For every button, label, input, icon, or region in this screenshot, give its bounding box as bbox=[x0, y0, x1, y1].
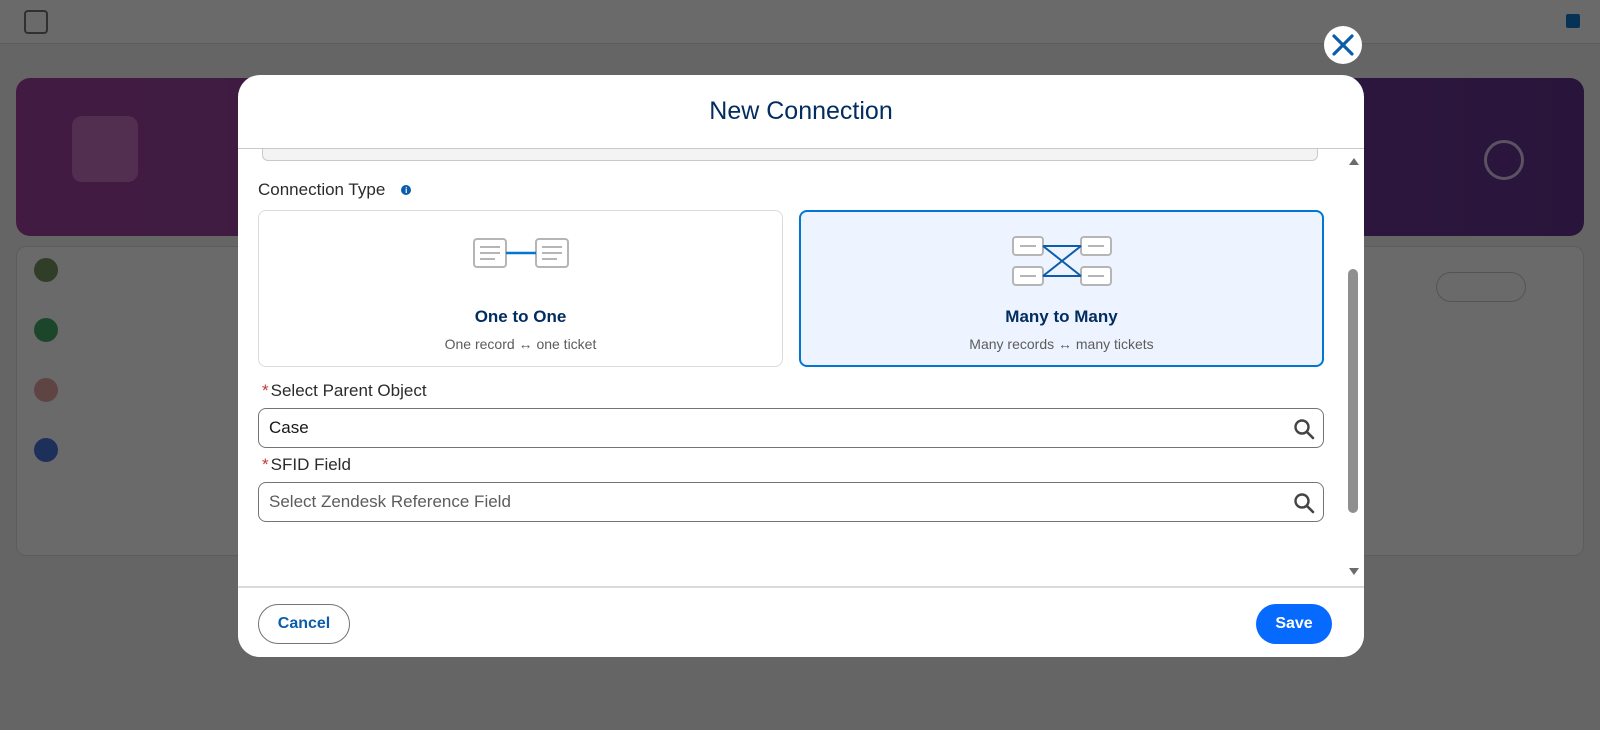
modal-scrollbar[interactable] bbox=[1346, 154, 1360, 586]
sfid-field-label: * SFID Field bbox=[262, 455, 351, 475]
cancel-button[interactable]: Cancel bbox=[258, 604, 350, 644]
many-to-many-option[interactable]: Many to Many Many records ↔ many tickets bbox=[799, 210, 1324, 367]
parent-object-label-text: Select Parent Object bbox=[270, 381, 427, 400]
sfid-field-input[interactable] bbox=[259, 492, 1259, 512]
sfid-field-label-text: SFID Field bbox=[270, 455, 351, 474]
previous-field-input[interactable] bbox=[262, 149, 1318, 161]
modal-title: New Connection bbox=[709, 97, 893, 125]
scroll-down-arrow-icon[interactable] bbox=[1349, 568, 1359, 575]
search-icon[interactable] bbox=[1293, 492, 1315, 514]
close-icon bbox=[1332, 34, 1354, 56]
search-icon[interactable] bbox=[1293, 418, 1315, 440]
scrollbar-thumb[interactable] bbox=[1348, 269, 1358, 513]
modal-body[interactable]: Connection Type i One to One One record … bbox=[238, 149, 1364, 657]
scroll-up-arrow-icon[interactable] bbox=[1349, 158, 1359, 165]
parent-object-input[interactable] bbox=[259, 418, 1259, 438]
one-to-one-title: One to One bbox=[474, 307, 567, 326]
connection-type-label: Connection Type bbox=[258, 180, 386, 199]
many-to-many-diagram-icon bbox=[1011, 236, 1112, 286]
modal-footer: Cancel Save bbox=[238, 586, 1364, 657]
parent-object-label: * Select Parent Object bbox=[262, 381, 427, 401]
many-to-many-description: Many records ↔ many tickets bbox=[969, 336, 1154, 352]
save-button[interactable]: Save bbox=[1256, 604, 1332, 644]
info-icon[interactable]: i bbox=[401, 185, 412, 195]
parent-object-combobox[interactable] bbox=[258, 408, 1324, 448]
one-to-one-description: One record ↔ one ticket bbox=[444, 336, 597, 352]
required-marker: * bbox=[262, 455, 269, 474]
new-connection-modal: New Connection Connection Type i One to … bbox=[238, 75, 1364, 657]
many-to-many-title: Many to Many bbox=[1005, 307, 1118, 326]
one-to-one-option[interactable]: One to One One record ↔ one ticket bbox=[258, 210, 783, 367]
connection-type-label-row: Connection Type i bbox=[258, 180, 412, 200]
sfid-field-combobox[interactable] bbox=[258, 482, 1324, 522]
modal-header: New Connection bbox=[238, 75, 1364, 149]
one-to-one-diagram-icon bbox=[472, 238, 569, 268]
required-marker: * bbox=[262, 381, 269, 400]
close-button[interactable] bbox=[1324, 26, 1362, 64]
